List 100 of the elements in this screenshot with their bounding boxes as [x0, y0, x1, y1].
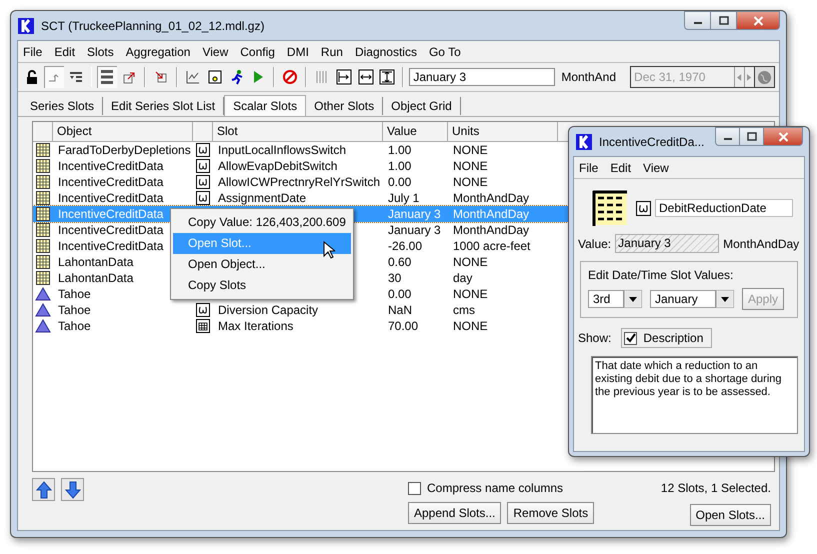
value-field: January 3: [615, 234, 720, 253]
checkbox[interactable]: [624, 332, 638, 344]
table-cell-text: IncentiveCreditData: [57, 191, 164, 205]
table-cell-text: Diversion Capacity: [217, 303, 320, 317]
table-cell-text: -26.00: [387, 239, 424, 253]
table-cell-text: AssignmentDate: [217, 191, 308, 205]
checkmark-icon: [626, 333, 636, 343]
menu-item[interactable]: Edit: [54, 44, 76, 58]
menu-item[interactable]: Aggregation: [126, 44, 190, 58]
close-button[interactable]: [736, 11, 780, 30]
context-menu-item[interactable]: Open Object...: [173, 254, 351, 275]
table-row[interactable]: Tahoe Max Iterations 70.00 NONE: [33, 318, 774, 334]
import-icon: [153, 69, 170, 85]
footer-button[interactable]: Remove Slots: [507, 502, 594, 524]
menu-item[interactable]: File: [23, 44, 42, 58]
data-grid-icon: [36, 271, 50, 285]
maximize-button[interactable]: [710, 11, 736, 30]
open-slots-button[interactable]: Open Slots...: [690, 504, 771, 526]
omega-icon: [196, 191, 210, 205]
table-cell-text: NONE: [452, 287, 489, 301]
dropdown-arrow-icon[interactable]: [624, 290, 642, 308]
table-cell-text: AllowEvapDebitSwitch: [217, 159, 338, 173]
table-cell-text: 1.00: [387, 159, 412, 173]
minimize-button[interactable]: [715, 127, 739, 146]
move-down-button[interactable]: [61, 478, 84, 501]
omega-icon: [636, 200, 651, 216]
value-field[interactable]: January 3: [409, 68, 556, 86]
menu-item[interactable]: View: [202, 44, 228, 58]
globe-button[interactable]: [754, 67, 774, 87]
column-header[interactable]: Value: [383, 122, 448, 142]
fit-all-icon: [379, 69, 396, 85]
maximize-icon: [746, 132, 756, 142]
table-cell-text: January 3: [387, 207, 442, 221]
window-title: IncentiveCreditDa...: [599, 134, 706, 148]
window-title: SCT (TruckeePlanning_01_02_12.mdl.gz): [41, 18, 266, 32]
next-button[interactable]: [744, 67, 754, 87]
month-dropdown[interactable]: January: [650, 290, 716, 308]
menu-item[interactable]: Diagnostics: [354, 44, 417, 58]
menu-item[interactable]: Run: [320, 44, 343, 58]
tab[interactable]: Object Grid: [383, 97, 461, 115]
data-grid-icon: [36, 143, 50, 157]
menu-item[interactable]: Go To: [428, 44, 461, 58]
table-cell-text: MonthAndDay: [452, 223, 530, 237]
description-text: That date which a reduction to an existing debit due to a shortage during the previous year is to be assessed.: [595, 360, 782, 398]
triangle-icon: [35, 319, 51, 333]
menu-item[interactable]: Config: [240, 44, 275, 58]
close-button[interactable]: [763, 127, 803, 146]
day-dropdown[interactable]: 3rd: [588, 290, 624, 308]
maximize-icon: [718, 16, 728, 26]
table-cell-text: InputLocalInflowsSwitch: [217, 143, 348, 157]
data-grid-icon: [36, 175, 50, 189]
data-grid-icon: [36, 239, 50, 253]
menu-item[interactable]: Slots: [87, 44, 114, 58]
checkbox[interactable]: [408, 482, 421, 494]
table-cell-text: FaradToDerbyDepletions: [57, 143, 192, 157]
table-cell-text: NaN: [387, 303, 414, 317]
table-row[interactable]: IncentiveCreditData AllowICWPrectnryRelYrSwitch 0.00 NONE: [33, 174, 774, 190]
column-header[interactable]: Slot: [213, 122, 383, 142]
description-field[interactable]: That date which a reduction to an existing debit due to a shortage during the previous year is to be assessed.: [591, 356, 798, 434]
table-icon: [196, 319, 210, 333]
app-icon: [18, 18, 34, 34]
stop-icon: [282, 69, 298, 85]
menu-item[interactable]: DMI: [286, 44, 309, 58]
table-cell-text: NONE: [452, 255, 489, 269]
column-header[interactable]: Units: [448, 122, 558, 142]
table-cell-text: IncentiveCreditData: [57, 175, 164, 189]
group-label: Edit Date/Time Slot Values:: [588, 268, 734, 282]
data-grid-icon: [36, 255, 50, 269]
menu-item[interactable]: File: [579, 160, 598, 174]
context-menu-item[interactable]: Copy Slots: [173, 275, 351, 296]
table-cell-text: NONE: [452, 159, 489, 173]
column-header[interactable]: Object: [53, 122, 193, 142]
data-grid-icon: [592, 190, 628, 226]
menu-item[interactable]: View: [643, 160, 669, 174]
dropdown-arrow-icon[interactable]: [716, 290, 734, 308]
table-cell-text: 1.00: [387, 143, 412, 157]
data-grid-icon: [36, 223, 50, 237]
footer-button[interactable]: Append Slots...: [408, 502, 502, 524]
table-cell-text: Tahoe: [57, 287, 92, 301]
value-label: Value:: [578, 236, 612, 250]
toolbar-button[interactable]: [97, 66, 118, 88]
table-cell-text: Max Iterations: [217, 319, 294, 333]
status-text: 12 Slots, 1 Selected.: [660, 481, 771, 495]
fit-width-icon: [358, 69, 374, 85]
menu-item[interactable]: Edit: [610, 160, 632, 174]
minimize-icon: [694, 22, 702, 24]
table-cell-text: 0.00: [387, 287, 412, 301]
debug-icon: [206, 69, 223, 85]
slot-name-field[interactable]: DebitReductionDate: [655, 199, 793, 217]
minimize-button[interactable]: [684, 11, 710, 30]
table-cell-text: 0.00: [387, 175, 412, 189]
maximize-button[interactable]: [739, 127, 763, 146]
tab[interactable]: Other Slots: [306, 97, 384, 115]
tab[interactable]: Series Slots: [22, 97, 104, 115]
show-label: Show:: [578, 331, 612, 345]
move-up-button[interactable]: [32, 478, 55, 501]
data-grid-icon: [36, 207, 50, 221]
close-icon: [778, 132, 788, 142]
tab[interactable]: Scalar Slots: [224, 95, 306, 116]
left-arrow-icon: [737, 74, 742, 80]
